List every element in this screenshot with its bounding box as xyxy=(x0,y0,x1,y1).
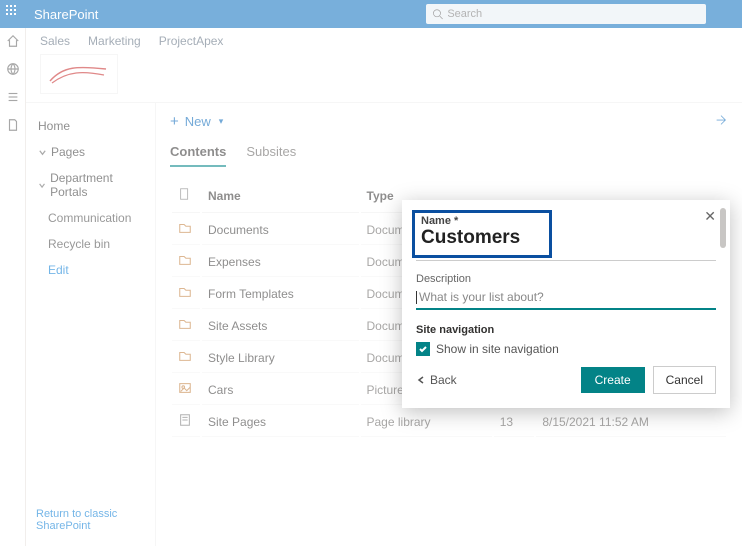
name-field-highlight: Name * Customers xyxy=(412,210,552,258)
create-button[interactable]: Create xyxy=(581,367,645,393)
checkbox-checked-icon xyxy=(416,342,430,356)
cancel-button[interactable]: Cancel xyxy=(653,366,716,394)
show-in-nav-label: Show in site navigation xyxy=(436,342,559,356)
description-label: Description xyxy=(416,273,716,285)
back-label: Back xyxy=(430,373,457,387)
back-button[interactable]: Back xyxy=(416,373,457,387)
chevron-left-icon xyxy=(416,375,426,385)
close-button[interactable]: ✕ xyxy=(704,208,716,225)
name-value[interactable]: Customers xyxy=(421,227,543,249)
site-navigation-label: Site navigation xyxy=(416,324,716,336)
show-in-nav-checkbox[interactable]: Show in site navigation xyxy=(416,342,716,356)
description-placeholder: What is your list about? xyxy=(419,290,544,304)
description-input[interactable]: What is your list about? xyxy=(416,289,716,310)
name-label: Name * xyxy=(421,215,543,227)
dialog-scrollbar[interactable] xyxy=(720,208,726,400)
create-list-dialog: ✕ Name * Customers Description What is y… xyxy=(402,200,730,408)
